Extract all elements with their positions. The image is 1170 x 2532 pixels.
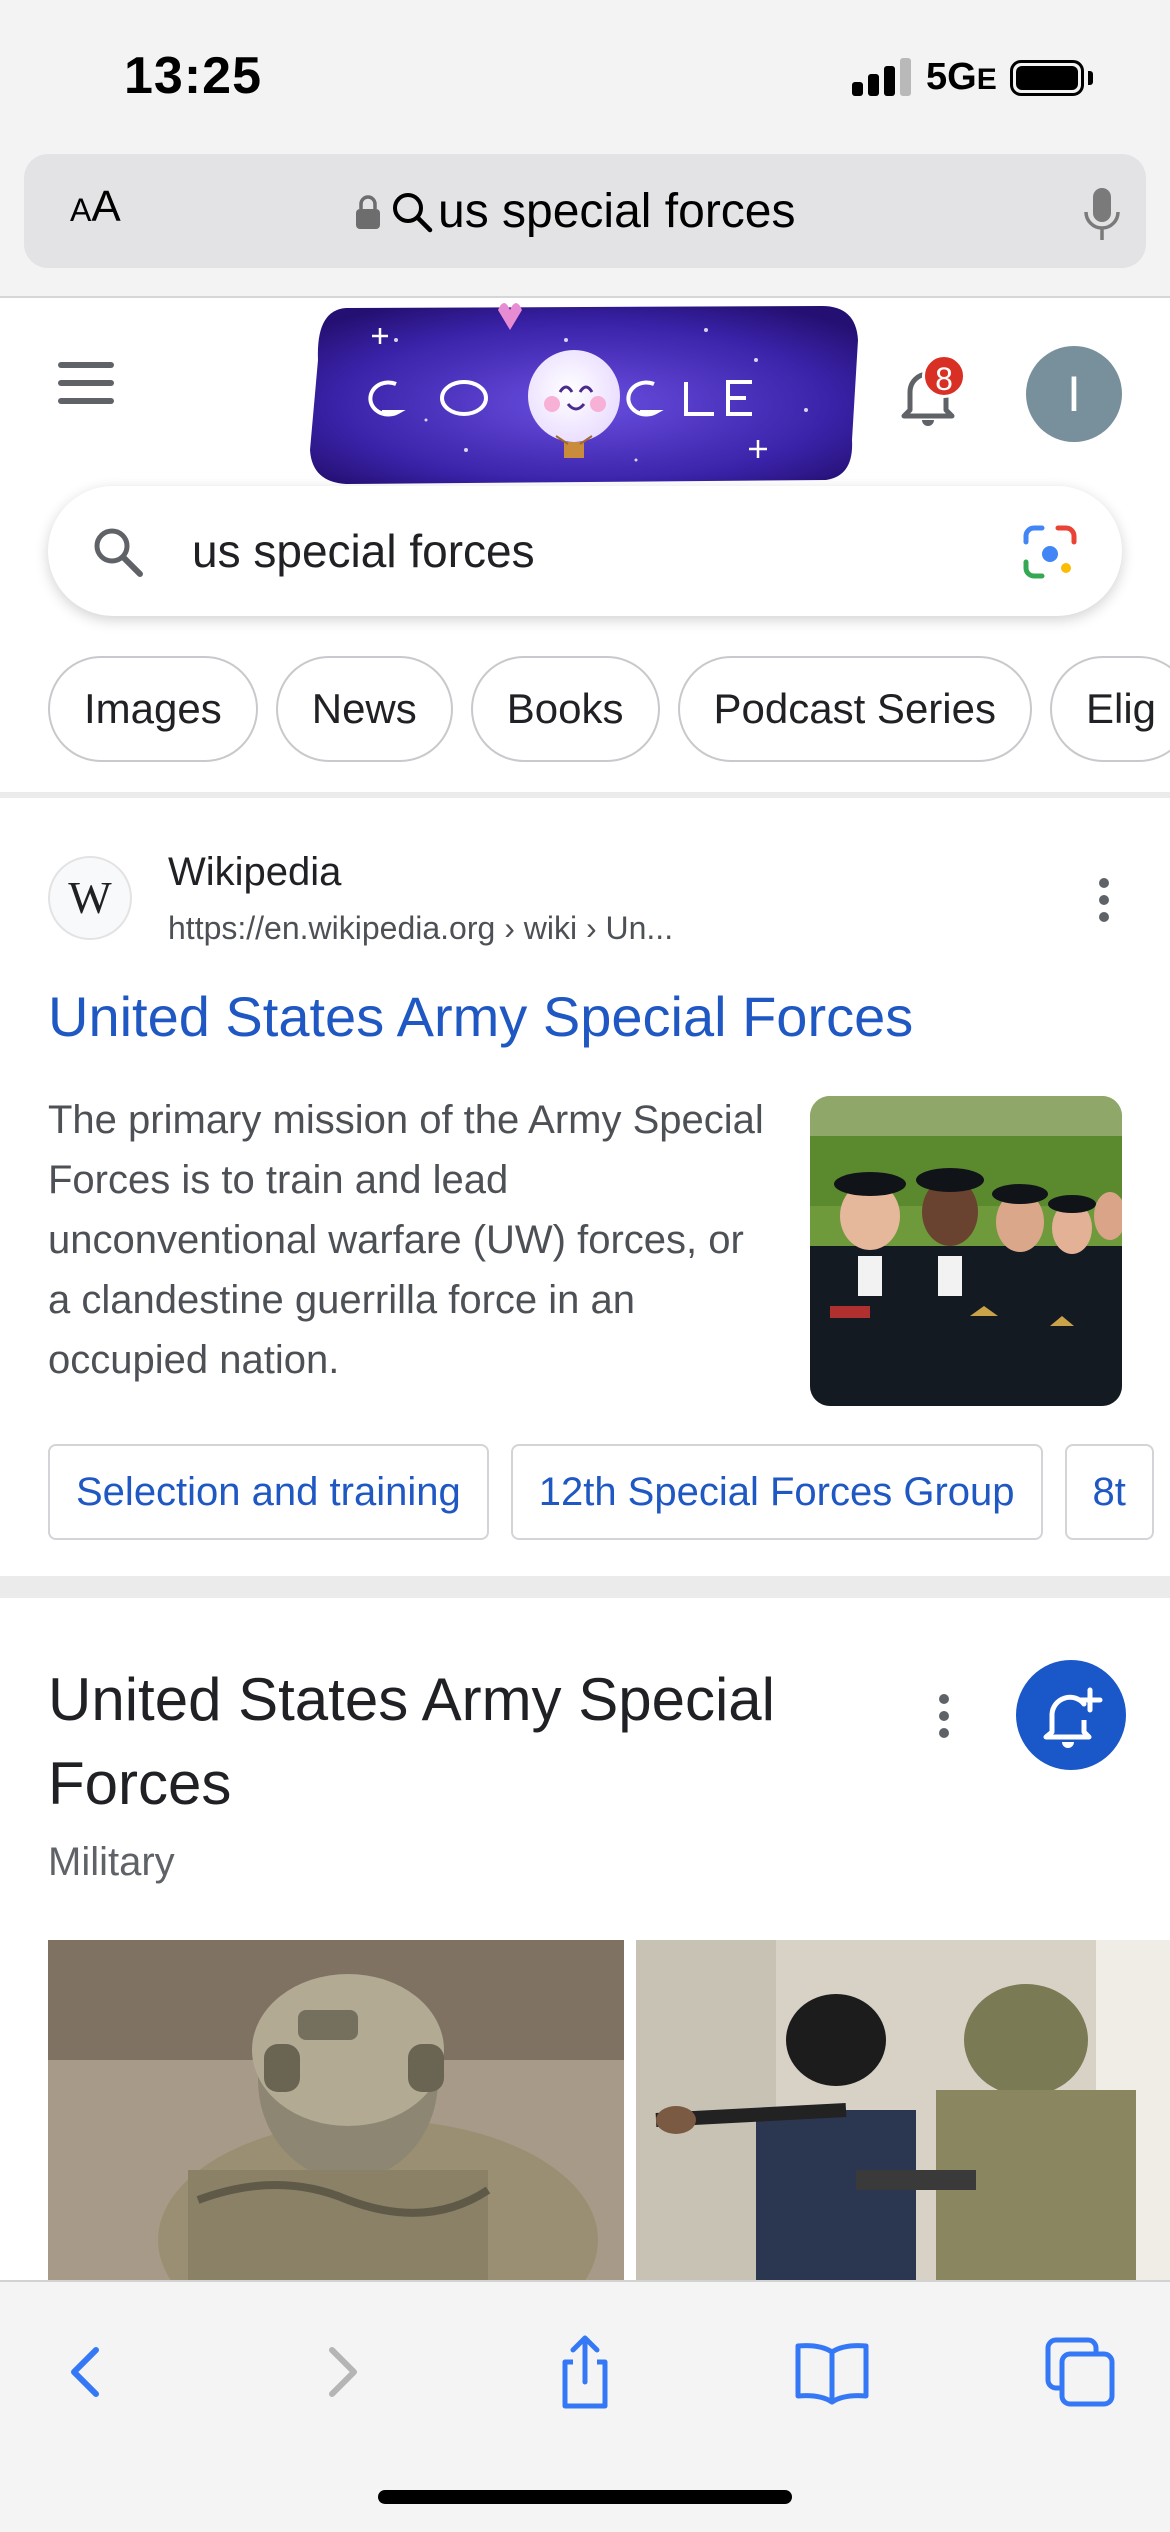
knowledge-panel-title: United States Army Special Forces <box>48 1666 776 1817</box>
section-divider <box>0 792 1170 798</box>
google-search-box[interactable]: us special forces <box>48 486 1122 616</box>
knowledge-panel-image-1[interactable] <box>48 1940 624 2280</box>
chip-eligibility[interactable]: Elig <box>1049 656 1170 762</box>
lock-icon <box>356 195 380 229</box>
home-indicator <box>378 2490 792 2504</box>
add-alert-bell-icon <box>1043 1687 1103 1748</box>
hamburger-menu-icon[interactable] <box>58 362 118 406</box>
text-size-button[interactable]: AA <box>70 182 121 232</box>
search-icon <box>393 193 433 233</box>
chip-podcast-series[interactable]: Podcast Series <box>677 656 1032 762</box>
result-url[interactable]: https://en.wikipedia.org › wiki › Un... <box>168 910 673 947</box>
network-type: 5GE <box>926 56 997 98</box>
chip-news[interactable]: News <box>275 656 453 762</box>
status-time: 13:25 <box>124 47 262 105</box>
sitelink-12th-group[interactable]: 12th Special Forces Group <box>510 1444 1043 1540</box>
notification-count-badge: 8 <box>922 354 966 398</box>
status-bar: 13:25 5GE <box>0 0 1170 150</box>
safari-address-area: AA us special forces <box>0 150 1170 298</box>
address-text: us special forces <box>438 185 796 238</box>
sitelink-selection-training[interactable]: Selection and training <box>48 1444 489 1540</box>
bookmarks-icon[interactable] <box>792 2332 872 2412</box>
chip-images[interactable]: Images <box>48 656 258 762</box>
battery-icon <box>1010 60 1084 96</box>
result-thumbnail-image[interactable] <box>810 1096 1122 1406</box>
search-query-text[interactable]: us special forces <box>192 524 535 578</box>
result-snippet: The primary mission of the Army Special … <box>48 1098 764 1382</box>
wikipedia-logo: W <box>48 856 132 940</box>
tabs-icon[interactable] <box>1040 2332 1120 2412</box>
result-site-name[interactable]: Wikipedia <box>168 850 341 895</box>
microphone-icon[interactable] <box>1078 184 1126 244</box>
cellular-signal-icon <box>852 58 914 96</box>
result-sitelinks: Selection and training 12th Special Force… <box>48 1444 1170 1540</box>
google-doodle[interactable] <box>306 300 862 488</box>
search-icon <box>94 528 143 577</box>
chip-books[interactable]: Books <box>470 656 660 762</box>
knowledge-panel-subtitle: Military <box>48 1840 175 1884</box>
knowledge-panel-more-icon[interactable] <box>938 1694 950 1742</box>
follow-button[interactable] <box>1016 1660 1126 1770</box>
knowledge-panel-image-2[interactable] <box>636 1940 1170 2280</box>
search-filter-chips: Images News Books Podcast Series Elig <box>48 656 1170 762</box>
result-title-link[interactable]: United States Army Special Forces <box>48 984 913 1049</box>
forward-icon[interactable] <box>300 2332 380 2412</box>
account-avatar[interactable]: I <box>1026 346 1122 442</box>
google-lens-icon[interactable] <box>1020 522 1080 582</box>
address-bar[interactable]: AA us special forces <box>24 154 1146 268</box>
battery-nub <box>1088 71 1093 85</box>
result-more-options-icon[interactable] <box>1098 878 1110 926</box>
share-icon[interactable] <box>545 2332 625 2412</box>
back-icon[interactable] <box>48 2332 128 2412</box>
sitelink-8th[interactable]: 8t <box>1064 1444 1154 1540</box>
section-divider <box>0 1576 1170 1598</box>
